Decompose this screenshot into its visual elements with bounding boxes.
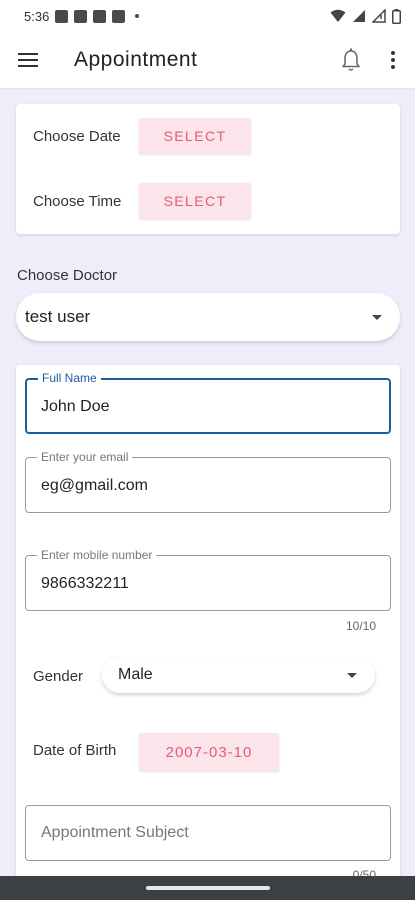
patient-form-card: Full Name John Doe Enter your email eg@g… (16, 365, 400, 900)
email-field[interactable]: Enter your email eg@gmail.com (25, 450, 391, 513)
appointment-subject-field[interactable]: Appointment Subject (25, 805, 391, 861)
dropdown-arrow-icon (347, 672, 357, 678)
full-name-field[interactable]: Full Name John Doe (25, 371, 391, 434)
dropdown-arrow-icon (372, 314, 382, 320)
mobile-char-counter: 10/10 (345, 619, 376, 633)
signal-icon (353, 10, 365, 22)
wifi-icon (330, 9, 346, 22)
email-label: Enter your email (37, 450, 133, 464)
no-sim-icon (372, 9, 386, 23)
choose-doctor-label: Choose Doctor (17, 267, 118, 284)
notifications-button[interactable] (331, 32, 371, 88)
doctor-dropdown[interactable]: test user (16, 293, 400, 341)
more-notifications-dot (135, 14, 140, 18)
date-of-birth-button[interactable]: 2007-03-10 (139, 733, 279, 771)
doctor-selected-value: test user (25, 307, 91, 326)
appointment-subject-placeholder: Appointment Subject (41, 824, 189, 841)
bell-icon (342, 48, 360, 71)
system-nav-bar (0, 876, 415, 900)
full-name-value: John Doe (41, 398, 110, 415)
more-vert-icon (391, 51, 395, 69)
status-left: 5:36 (24, 8, 140, 24)
page-title: Appointment (74, 48, 198, 71)
mobile-number-value: 9866332211 (41, 575, 129, 592)
youtube-icon (93, 9, 107, 23)
more-options-button[interactable] (371, 32, 415, 88)
choose-date-label: Choose Date (33, 128, 121, 145)
gender-dropdown[interactable]: Male (102, 657, 375, 693)
date-time-card: Choose Date SELECT Choose Time SELECT (16, 104, 400, 234)
app-notification-icon (112, 9, 126, 23)
v-app-icon (74, 9, 88, 23)
gender-selected-value: Male (118, 666, 153, 683)
status-bar: 5:36 (0, 0, 415, 32)
hamburger-menu-icon (18, 53, 38, 67)
menu-button[interactable] (0, 32, 56, 88)
email-value: eg@gmail.com (41, 477, 148, 494)
full-name-label: Full Name (38, 371, 101, 385)
status-time: 5:36 (24, 8, 50, 24)
home-gesture-handle[interactable] (145, 886, 270, 890)
date-of-birth-label: Date of Birth (33, 742, 117, 759)
select-time-button[interactable]: SELECT (139, 183, 251, 219)
notification-icon (55, 9, 69, 23)
mobile-number-field[interactable]: Enter mobile number 9866332211 (25, 548, 391, 611)
battery-icon (392, 8, 401, 24)
choose-time-label: Choose Time (33, 193, 122, 210)
app-bar: Appointment (0, 32, 415, 88)
gender-label: Gender (33, 668, 84, 685)
mobile-number-label: Enter mobile number (37, 548, 157, 562)
select-date-button[interactable]: SELECT (139, 118, 251, 154)
status-right (330, 8, 401, 24)
